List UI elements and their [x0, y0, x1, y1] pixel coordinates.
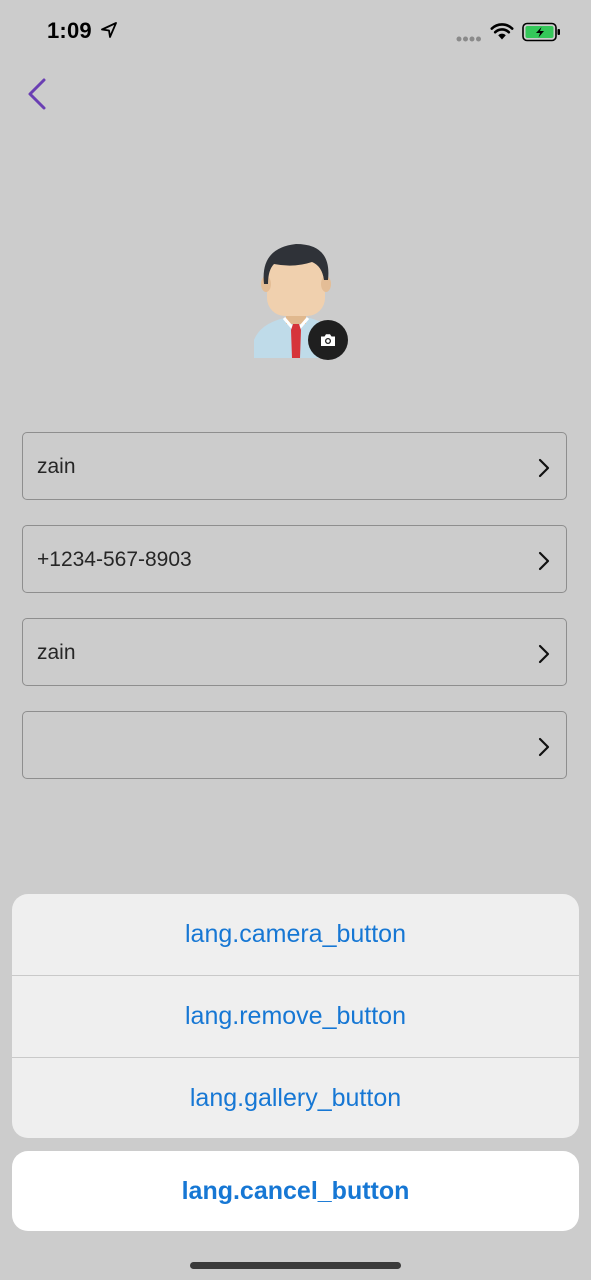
- cellular-signal-icon: [456, 36, 481, 42]
- chevron-right-icon: [538, 737, 550, 757]
- empty-field[interactable]: [22, 711, 567, 779]
- profile-photo[interactable]: [250, 240, 350, 362]
- battery-icon: [522, 22, 560, 42]
- camera-button[interactable]: lang.camera_button: [12, 894, 579, 975]
- chevron-right-icon: [538, 458, 550, 478]
- phone-field[interactable]: +1234-567-8903: [22, 525, 567, 593]
- gallery-button[interactable]: lang.gallery_button: [12, 1058, 579, 1138]
- chevron-right-icon: [538, 644, 550, 664]
- remove-button[interactable]: lang.remove_button: [12, 976, 579, 1057]
- home-indicator[interactable]: [190, 1262, 401, 1269]
- chevron-right-icon: [538, 551, 550, 571]
- action-sheet: lang.camera_button lang.remove_button la…: [12, 894, 579, 1138]
- wifi-icon: [490, 23, 514, 40]
- camera-icon: [321, 334, 335, 346]
- username-field-value: zain: [37, 641, 76, 664]
- status-time: 1:09: [47, 18, 92, 43]
- name-field-value: zain: [37, 455, 76, 478]
- back-button[interactable]: [22, 74, 56, 114]
- chevron-left-icon: [28, 78, 46, 110]
- phone-field-value: +1234-567-8903: [37, 548, 192, 571]
- location-arrow-icon: [101, 22, 117, 38]
- change-photo-button[interactable]: [308, 320, 348, 360]
- name-field[interactable]: zain: [22, 432, 567, 500]
- username-field[interactable]: zain: [22, 618, 567, 686]
- status-bar: 1:09: [0, 0, 591, 64]
- cancel-button[interactable]: lang.cancel_button: [12, 1151, 579, 1231]
